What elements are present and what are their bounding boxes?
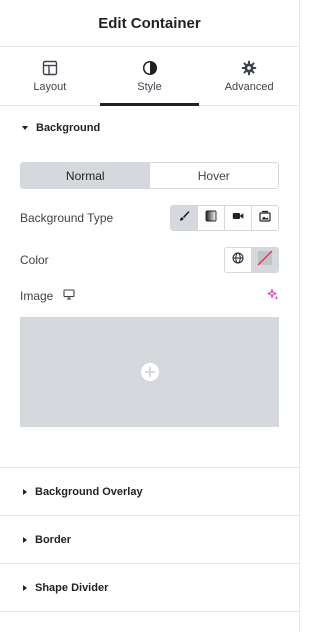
color-controls: [224, 247, 279, 273]
add-image-icon: [140, 363, 159, 381]
classic-type-button[interactable]: [171, 206, 197, 230]
slideshow-type-button[interactable]: [251, 206, 278, 230]
globe-icon: [232, 251, 244, 269]
state-toggle: Normal Hover: [20, 162, 279, 189]
tab-advanced[interactable]: Advanced: [199, 47, 299, 105]
tab-bar: Layout Style Advanced: [0, 47, 299, 106]
background-section-header[interactable]: Background: [20, 108, 279, 148]
video-type-button[interactable]: [224, 206, 251, 230]
image-label-group: Image: [20, 289, 75, 303]
background-section-title: Background: [36, 122, 101, 134]
ai-sparkle-icon[interactable]: [267, 287, 279, 305]
video-icon: [232, 209, 244, 227]
tab-style-label: Style: [137, 80, 162, 93]
style-icon: [142, 60, 158, 76]
divider: [0, 611, 299, 612]
background-overlay-title: Background Overlay: [35, 485, 143, 498]
background-type-label: Background Type: [20, 211, 114, 225]
tab-style[interactable]: Style: [99, 47, 200, 106]
caret-right-icon: [23, 488, 27, 495]
shape-divider-section[interactable]: Shape Divider: [0, 563, 299, 611]
editor-panel: Edit Container Layout Style Advanced Bac…: [0, 0, 300, 632]
caret-down-icon: [22, 126, 28, 130]
border-title: Border: [35, 533, 72, 546]
color-picker-swatch[interactable]: [251, 248, 278, 272]
background-section: Background Normal Hover Background Type: [0, 108, 299, 467]
image-upload-area[interactable]: [20, 317, 279, 427]
panel-header: Edit Container: [0, 0, 299, 47]
border-section[interactable]: Border: [0, 515, 299, 563]
desktop-icon[interactable]: [63, 289, 75, 303]
state-hover-button[interactable]: Hover: [150, 163, 279, 188]
tab-layout[interactable]: Layout: [0, 47, 100, 105]
state-normal-button[interactable]: Normal: [21, 163, 150, 188]
color-label: Color: [20, 253, 49, 267]
background-type-choices: [170, 205, 279, 231]
color-row: Color: [20, 245, 279, 275]
layout-icon: [42, 60, 58, 76]
gear-icon: [241, 60, 257, 76]
caret-right-icon: [23, 584, 27, 591]
shape-divider-title: Shape Divider: [35, 581, 109, 594]
background-overlay-section[interactable]: Background Overlay: [0, 467, 299, 515]
image-row: Image: [20, 281, 279, 311]
gradient-type-button[interactable]: [197, 206, 224, 230]
tab-layout-label: Layout: [33, 80, 67, 93]
image-label: Image: [20, 289, 54, 303]
tab-advanced-label: Advanced: [224, 80, 274, 93]
panel-title: Edit Container: [98, 14, 201, 32]
caret-right-icon: [23, 536, 27, 543]
slideshow-icon: [259, 209, 271, 227]
gradient-icon: [205, 209, 217, 227]
background-type-row: Background Type: [20, 203, 279, 233]
no-color-swatch-icon: [257, 250, 273, 271]
global-color-button[interactable]: [225, 248, 251, 272]
brush-icon: [178, 209, 190, 227]
